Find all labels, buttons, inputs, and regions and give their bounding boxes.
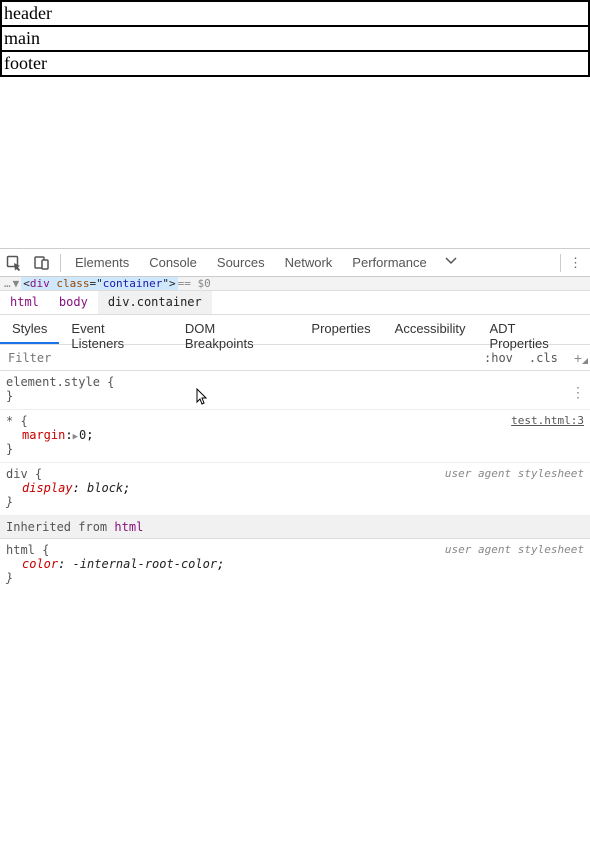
selected-element: <div class="container"> xyxy=(21,277,177,290)
prop-display: display xyxy=(22,481,73,495)
toolbar-separator xyxy=(560,254,561,272)
tab-elements[interactable]: Elements xyxy=(65,249,139,277)
inherited-from-header: Inherited from html xyxy=(0,516,590,539)
tab-network[interactable]: Network xyxy=(275,249,343,277)
styles-pane: element.style { } ⋮ test.html:3 * { marg… xyxy=(0,371,590,591)
inherited-from-element[interactable]: html xyxy=(114,520,143,534)
toolbar-separator xyxy=(60,254,61,272)
tab-performance[interactable]: Performance xyxy=(342,249,436,277)
filter-input[interactable] xyxy=(0,347,476,369)
rule-origin-link[interactable]: test.html:3 xyxy=(511,414,584,427)
tab-console[interactable]: Console xyxy=(139,249,207,277)
page-row-footer: footer xyxy=(1,51,589,76)
devtools-panel: Elements Console Sources Network Perform… xyxy=(0,248,590,591)
page-row-main: main xyxy=(1,26,589,51)
devtools-toolbar: Elements Console Sources Network Perform… xyxy=(0,249,590,277)
subtab-event-listeners[interactable]: Event Listeners xyxy=(59,315,173,344)
subtab-adt-properties[interactable]: ADT Properties xyxy=(477,315,590,344)
rule-element-style[interactable]: element.style { } ⋮ xyxy=(0,371,590,410)
subtab-accessibility[interactable]: Accessibility xyxy=(383,315,478,344)
rule-selector: html xyxy=(6,543,35,557)
rule-selector: div xyxy=(6,467,28,481)
rule-div[interactable]: user agent stylesheet div { display: blo… xyxy=(0,463,590,516)
inspect-element-icon[interactable] xyxy=(0,249,28,277)
subtab-properties[interactable]: Properties xyxy=(299,315,382,344)
subtab-dom-breakpoints[interactable]: DOM Breakpoints xyxy=(173,315,299,344)
crumb-html[interactable]: html xyxy=(0,291,49,314)
more-tabs-icon[interactable] xyxy=(443,253,459,272)
rule-universal[interactable]: test.html:3 * { margin:▶0; } xyxy=(0,410,590,463)
hov-toggle[interactable]: :hov xyxy=(476,351,521,365)
expand-shorthand-icon[interactable]: ▶ xyxy=(73,432,78,442)
styles-subtabs: Styles Event Listeners DOM Breakpoints P… xyxy=(0,315,590,345)
new-style-rule-button[interactable]: + xyxy=(566,350,590,366)
subtab-styles[interactable]: Styles xyxy=(0,315,59,344)
prop-color: color xyxy=(22,557,58,571)
crumb-body[interactable]: body xyxy=(49,291,98,314)
strip-dollar-zero: == $0 xyxy=(178,277,211,290)
breadcrumb: html body div.container xyxy=(0,291,590,315)
rule-html[interactable]: user agent stylesheet html { color: -int… xyxy=(0,539,590,591)
rule-selector: * xyxy=(6,414,13,428)
rule-menu-icon[interactable]: ⋮ xyxy=(571,385,584,401)
crumb-div-container[interactable]: div.container xyxy=(98,291,212,314)
rendered-page: header main footer xyxy=(0,0,590,77)
strip-expand-icon: ▼ xyxy=(13,277,20,290)
tab-sources[interactable]: Sources xyxy=(207,249,275,277)
rule-origin: user agent stylesheet xyxy=(445,543,584,556)
prop-margin[interactable]: margin xyxy=(22,428,65,442)
page-row-header: header xyxy=(1,1,589,26)
cls-toggle[interactable]: .cls xyxy=(521,351,566,365)
rule-selector: element.style xyxy=(6,375,100,389)
settings-kebab-icon[interactable]: ⋮ xyxy=(569,255,582,271)
elements-tree-strip[interactable]: … ▼ <div class="container"> == $0 xyxy=(0,277,590,291)
device-toolbar-icon[interactable] xyxy=(28,249,56,277)
strip-ellipsis: … xyxy=(4,277,11,290)
rule-origin: user agent stylesheet xyxy=(445,467,584,480)
